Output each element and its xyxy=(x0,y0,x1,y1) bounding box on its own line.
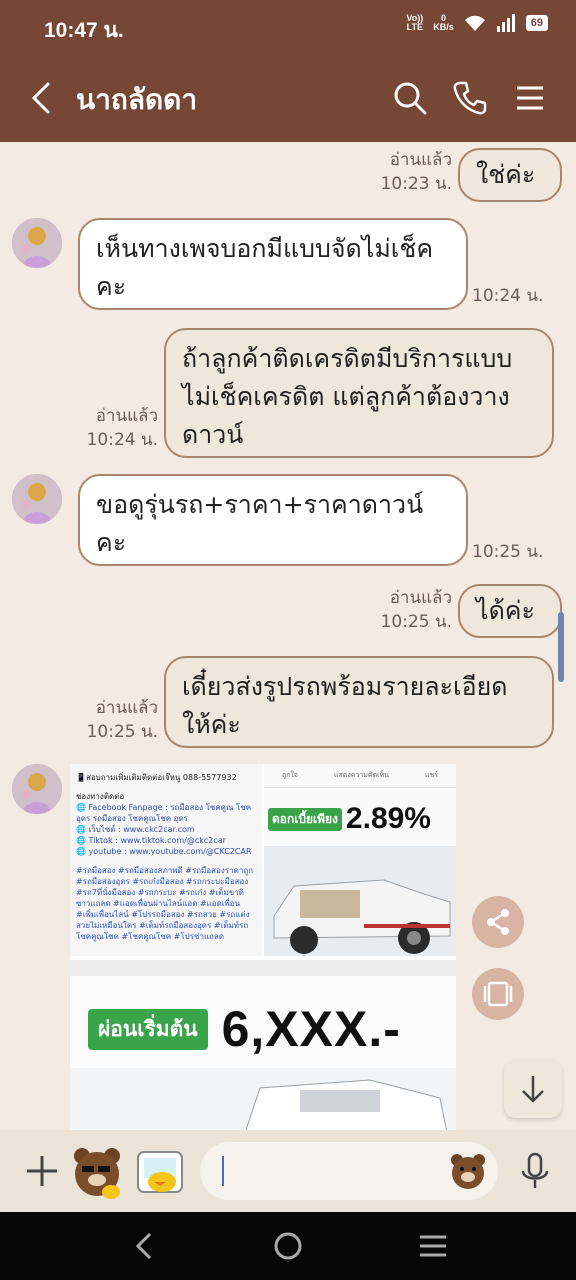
interest-row: ดอกเบี้ยเพียง 2.89% xyxy=(264,802,456,836)
wifi-icon xyxy=(464,15,485,31)
scrollbar[interactable] xyxy=(558,612,564,682)
clock: 10:47 น. xyxy=(44,19,124,42)
sticker-bear-icon[interactable] xyxy=(68,1142,126,1200)
message-time: 10:23 น. xyxy=(380,174,452,194)
nav-home-icon[interactable] xyxy=(273,1231,303,1261)
post-installment-panel: ผ่อนเริ่มต้น 6,XXX.- xyxy=(70,960,456,1130)
read-receipt: อ่านแล้ว xyxy=(95,406,158,426)
incoming-message-bubble[interactable]: ขอดูรุ่นรถ+ราคา+ราคาดาวน์คะ xyxy=(78,474,468,566)
message-meta: อ่านแล้ว 10:24 น. xyxy=(70,404,158,452)
share-icon xyxy=(487,909,509,935)
text-cursor xyxy=(222,1156,224,1186)
fb-share: แชร์ xyxy=(424,771,438,779)
scroll-to-bottom-button[interactable] xyxy=(504,1060,562,1118)
share-button[interactable] xyxy=(472,896,524,948)
microphone-icon[interactable] xyxy=(518,1151,552,1191)
outgoing-message-bubble[interactable]: ถ้าลูกค้าติดเครดิตมีบริการแบบไม่เช็คเครด… xyxy=(164,328,554,458)
search-icon[interactable] xyxy=(392,80,428,116)
network-speed: 0 KB/s xyxy=(433,13,454,32)
facebook-line: 🌐 Facebook Fanpage : รถมือสอง โชคคูณ โชค… xyxy=(76,803,252,823)
volte-icon: Vo)) LTE xyxy=(406,13,424,32)
system-icons: Vo)) LTE 0 KB/s 69 xyxy=(406,14,548,32)
post-promo-panel: ถูกใจ แสดงความคิดเห็น แชร์ ดอกเบี้ยเพียง… xyxy=(264,764,456,956)
fb-action-row: ถูกใจ แสดงความคิดเห็น แชร์ xyxy=(264,764,456,788)
battery-indicator: 69 xyxy=(525,15,548,31)
contact-phone-line: 📱สอบถามเพิ่มเติมติดต่อเจ๊หนู 088-5577932 xyxy=(76,773,237,782)
arrow-down-icon xyxy=(522,1076,544,1103)
message-time: 10:25 น. xyxy=(380,612,452,632)
fb-comment: แสดงความคิดเห็น xyxy=(334,771,389,779)
contact-avatar[interactable] xyxy=(12,218,62,268)
plus-icon[interactable] xyxy=(24,1153,60,1189)
message-time: 10:25 น. xyxy=(86,722,158,742)
hashtags: #รถมือสอง #รถมือสองสภาพดี #รถมือสองราคาถ… xyxy=(76,866,254,941)
chat-header: นาถลัดดา xyxy=(0,56,576,142)
message-time: 10:24 น. xyxy=(472,286,544,306)
nav-recents-icon[interactable] xyxy=(418,1231,448,1261)
back-arrow-icon[interactable] xyxy=(28,80,58,116)
menu-icon[interactable] xyxy=(512,80,548,116)
fb-like: ถูกใจ xyxy=(282,771,298,779)
website-line: 🌐 เว็บไซต์ : www.ckc2car.com xyxy=(76,825,195,834)
interest-value: 2.89% xyxy=(345,802,431,835)
message-input-field[interactable] xyxy=(200,1142,498,1200)
read-receipt: อ่านแล้ว xyxy=(95,698,158,718)
album-icon xyxy=(483,981,513,1007)
message-meta: อ่านแล้ว 10:25 น. xyxy=(362,586,452,634)
incoming-message-bubble[interactable]: เห็นทางเพจบอกมีแบบจัดไม่เช็คคะ xyxy=(78,218,468,310)
album-button[interactable] xyxy=(472,968,524,1020)
post-text-panel: 📱สอบถามเพิ่มเติมติดต่อเจ๊หนู 088-5577932… xyxy=(70,764,262,956)
phone-call-icon[interactable] xyxy=(452,80,488,116)
system-navigation-bar xyxy=(0,1212,576,1280)
message-time: 10:25 น. xyxy=(472,542,544,562)
signal-icon xyxy=(496,14,515,32)
read-receipt: อ่านแล้ว xyxy=(389,588,452,608)
outgoing-message-bubble[interactable]: ได้ค่ะ xyxy=(458,584,562,638)
image-message[interactable]: 📱สอบถามเพิ่มเติมติดต่อเจ๊หนู 088-5577932… xyxy=(70,764,456,1130)
contact-avatar[interactable] xyxy=(12,474,62,524)
installment-row: ผ่อนเริ่มต้น 6,XXX.- xyxy=(88,1000,401,1058)
tiktok-line: 🌐 Tiktok : www.tiktok.com/@ckc2car xyxy=(76,836,226,845)
message-time: 10:24 น. xyxy=(86,430,158,450)
status-bar: 10:47 น. Vo)) LTE 0 KB/s 69 xyxy=(0,0,576,56)
read-receipt: อ่านแล้ว xyxy=(389,150,452,170)
channels-title: ช่องทางติดต่อ xyxy=(76,792,125,801)
emoji-bear-icon[interactable] xyxy=(448,1151,488,1191)
message-meta: อ่านแล้ว 10:25 น. xyxy=(70,696,158,744)
pickup-truck-image xyxy=(70,1068,456,1130)
interest-label: ดอกเบี้ยเพียง xyxy=(268,807,342,831)
message-input-bar xyxy=(0,1130,576,1212)
installment-value: 6,XXX.- xyxy=(221,1001,401,1057)
youtube-line: 🌐 youtube : www.youtube.com/@CKC2CAR xyxy=(76,847,252,856)
contact-avatar[interactable] xyxy=(12,764,62,814)
nav-back-icon[interactable] xyxy=(130,1231,160,1261)
outgoing-message-bubble[interactable]: ใช่ค่ะ xyxy=(458,148,562,202)
sticker-chick-icon[interactable] xyxy=(134,1146,186,1198)
message-meta: อ่านแล้ว 10:23 น. xyxy=(362,148,452,196)
installment-label: ผ่อนเริ่มต้น xyxy=(88,1008,208,1050)
outgoing-message-bubble[interactable]: เดี๋ยวส่งรูปรถพร้อมรายละเอียดให้ค่ะ xyxy=(164,656,554,748)
chat-messages[interactable]: อ่านแล้ว 10:23 น. ใช่ค่ะ เห็นทางเพจบอกมี… xyxy=(0,142,576,1130)
pickup-truck-image xyxy=(264,846,456,956)
chat-title: นาถลัดดา xyxy=(76,83,198,116)
